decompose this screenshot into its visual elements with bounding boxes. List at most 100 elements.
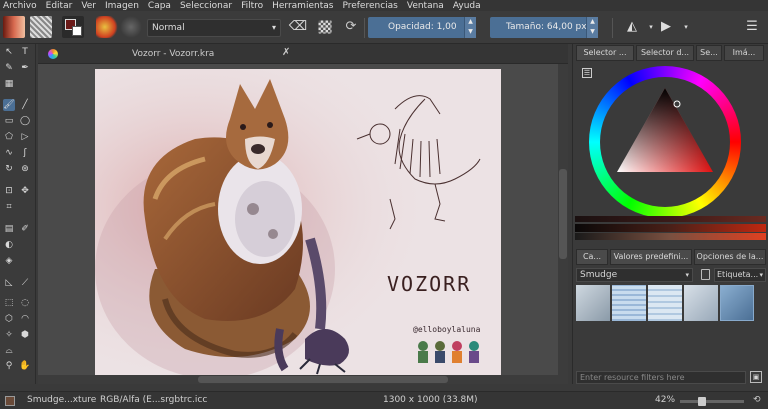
line-tool-icon[interactable]: ╱ (19, 99, 31, 111)
brush-preset-icon[interactable] (96, 16, 118, 38)
alpha-lock-icon[interactable] (318, 20, 332, 34)
tab-selector-digital[interactable]: Selector d... (636, 45, 694, 61)
edit-shapes-tool-icon[interactable]: ✎ (3, 62, 15, 74)
multibrush-tool-icon[interactable]: ⊛ (19, 163, 31, 175)
tab-label: Imá... (732, 48, 756, 57)
menu-imagen[interactable]: Imagen (105, 1, 139, 11)
fill-tool-icon[interactable]: ◈ (3, 255, 15, 267)
size-stepper[interactable]: ▲ ▼ (586, 17, 598, 38)
vertical-scrollbar[interactable] (558, 64, 568, 375)
ellipse-tool-icon[interactable]: ◯ (19, 115, 31, 127)
brush-preset-item[interactable] (684, 285, 718, 321)
gradient-preset-icon[interactable] (3, 16, 25, 38)
opacity-stepper[interactable]: ▲ ▼ (464, 17, 476, 38)
horizontal-scroll-thumb[interactable] (198, 376, 448, 383)
select-shapes-tool-icon[interactable]: ↖ (3, 46, 15, 58)
artwork-title: VOZORR (387, 272, 471, 296)
menu-herramientas[interactable]: Herramientas (272, 1, 333, 11)
chevron-down-icon: ▾ (685, 271, 689, 279)
gradient-tool-icon[interactable]: ▤ (3, 223, 15, 235)
tab-selector-color[interactable]: Selector ... (576, 45, 634, 61)
bezier-tool-icon[interactable]: ∿ (3, 147, 15, 159)
measure-tool-icon[interactable]: ⟋ (19, 277, 31, 289)
tab-label: Se... (700, 48, 718, 57)
opacity-slider[interactable]: Opacidad: 1,00 ▲ ▼ (368, 17, 476, 38)
vertical-scroll-thumb[interactable] (559, 169, 567, 259)
brush-preset-item-selected[interactable] (720, 285, 754, 321)
pan-tool-icon[interactable]: ✋ (19, 360, 31, 372)
zoom-slider-handle[interactable] (698, 397, 706, 406)
eraser-icon[interactable]: ⌫ (287, 16, 309, 38)
color-shade-strip[interactable] (575, 224, 766, 232)
ellipse-select-tool-icon[interactable]: ◌ (19, 297, 31, 309)
polyline-tool-icon[interactable]: ▷ (19, 131, 31, 143)
calligraphy-tool-icon[interactable]: ✒ (19, 62, 31, 74)
move-tool-icon[interactable]: ✥ (19, 185, 31, 197)
menu-seleccionar[interactable]: Seleccionar (180, 1, 232, 11)
menu-capa[interactable]: Capa (148, 1, 171, 11)
color-picker-tool-icon[interactable]: ✐ (19, 223, 31, 235)
status-dimensions: 1300 x 1000 (33.8M) (383, 395, 478, 405)
tab-ca[interactable]: Ca... (576, 249, 608, 265)
transform-tool-icon[interactable]: ⊡ (3, 185, 15, 197)
text-tool-icon[interactable]: T (19, 46, 31, 58)
freehand-path-tool-icon[interactable]: ʃ (19, 147, 31, 159)
save-filter-icon[interactable]: ▣ (750, 371, 762, 383)
mirror-vertical-options-icon[interactable]: ▾ (675, 16, 697, 38)
brush-engine-icon[interactable] (120, 16, 142, 38)
outline-select-tool-icon[interactable]: ◠ (19, 313, 31, 325)
document-tab[interactable]: Vozorr - Vozorr.kra ✗ (38, 44, 568, 64)
color-swatch-icon[interactable] (62, 16, 84, 38)
assistant-tool-icon[interactable]: ◺ (3, 277, 15, 289)
color-selector[interactable]: ☰ (575, 63, 766, 219)
rect-select-tool-icon[interactable]: ⬚ (3, 297, 15, 309)
hue-ring[interactable] (589, 66, 741, 218)
similar-select-tool-icon[interactable]: ⬢ (19, 329, 31, 341)
tab-se[interactable]: Se... (696, 45, 722, 61)
tab-image[interactable]: Imá... (724, 45, 764, 61)
polygon-tool-icon[interactable]: ⬠ (3, 131, 15, 143)
tag-select[interactable]: Etiqueta... ▾ (714, 268, 766, 282)
reload-preset-icon[interactable]: ⟳ (340, 16, 362, 38)
close-document-icon[interactable]: ✗ (282, 47, 290, 58)
horizontal-scrollbar[interactable] (38, 375, 568, 384)
dynamic-brush-tool-icon[interactable]: ↻ (3, 163, 15, 175)
pattern-preset-icon[interactable] (30, 16, 52, 38)
color-history-strip[interactable] (575, 216, 766, 222)
pattern-tool-icon[interactable]: ▦ (3, 78, 15, 90)
saturation-triangle[interactable] (589, 66, 741, 218)
magic-wand-tool-icon[interactable]: ✧ (3, 329, 15, 341)
workspace-icon[interactable]: ☰ (741, 16, 763, 38)
rectangle-tool-icon[interactable]: ▭ (3, 115, 15, 127)
color-value-strip[interactable] (575, 233, 766, 240)
brush-preset-item[interactable] (576, 285, 610, 321)
resource-filter-input[interactable]: Enter resource filters here (576, 371, 746, 384)
menu-ver[interactable]: Ver (81, 1, 96, 11)
zoom-tool-icon[interactable]: ⚲ (3, 360, 15, 372)
bezier-select-tool-icon[interactable]: ⌓ (3, 345, 15, 357)
tag-icon[interactable] (701, 269, 710, 280)
colorize-mask-tool-icon[interactable]: ◐ (3, 239, 15, 251)
menu-filtro[interactable]: Filtro (241, 1, 263, 11)
menu-ayuda[interactable]: Ayuda (453, 1, 481, 11)
tab-tool-options[interactable]: Opciones de la... (694, 249, 766, 265)
rotate-canvas-icon[interactable]: ⟲ (753, 395, 763, 406)
crop-tool-icon[interactable]: ⌗ (3, 201, 15, 213)
menu-archivo[interactable]: Archivo (3, 1, 37, 11)
freehand-brush-tool-icon[interactable]: 🖌 (3, 99, 15, 111)
color-handle[interactable] (673, 100, 681, 108)
menu-ventana[interactable]: Ventana (407, 1, 444, 11)
canvas-area[interactable]: Vozorr - Vozorr.kra ✗ VOZORR @elloboylal… (38, 44, 568, 384)
mirror-vertical-icon[interactable]: ▶ (655, 16, 677, 38)
brush-preset-item[interactable] (648, 285, 682, 321)
tab-brush-presets[interactable]: Valores predefini... (610, 249, 692, 265)
polygon-select-tool-icon[interactable]: ⬡ (3, 313, 15, 325)
brush-preset-item[interactable] (612, 285, 646, 321)
size-slider[interactable]: Tamaño: 64,00 px ▲ ▼ (490, 17, 598, 38)
artwork-canvas[interactable]: VOZORR @elloboylaluna (95, 69, 501, 375)
menu-editar[interactable]: Editar (46, 1, 73, 11)
menu-preferencias[interactable]: Preferencias (342, 1, 397, 11)
zoom-slider[interactable] (680, 397, 744, 406)
blend-mode-select[interactable]: Normal ▾ (147, 19, 281, 37)
preset-select[interactable]: Smudge ▾ (576, 268, 693, 282)
